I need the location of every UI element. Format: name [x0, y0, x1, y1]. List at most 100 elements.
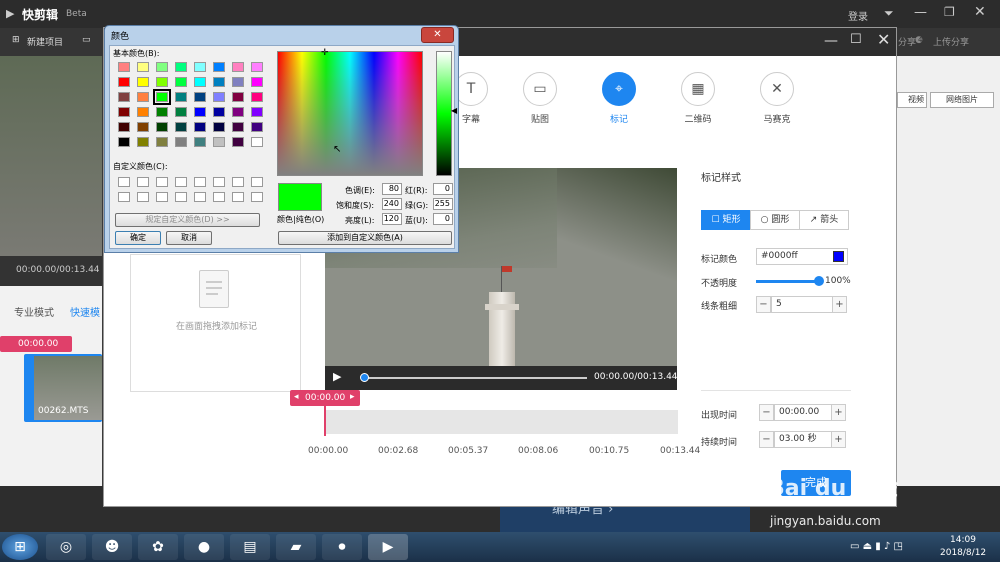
basic-color-swatch[interactable]: [232, 77, 244, 87]
sat-input[interactable]: 240: [382, 198, 402, 210]
custom-color-swatch[interactable]: [194, 177, 206, 187]
custom-color-swatch[interactable]: [175, 177, 187, 187]
duration-increase-button[interactable]: +: [831, 431, 846, 448]
tray-icons[interactable]: ▭ ⏏ ▮ ♪ ◳: [850, 541, 903, 552]
kuaijianji-icon[interactable]: ▶: [368, 534, 408, 560]
basic-color-swatch[interactable]: [137, 137, 149, 147]
basic-color-swatch[interactable]: [213, 137, 225, 147]
basic-color-swatch[interactable]: [175, 92, 187, 102]
basic-color-swatch[interactable]: [175, 107, 187, 117]
restore-icon[interactable]: ❐: [944, 5, 955, 19]
tool-marker[interactable]: ⌖ 标记: [594, 72, 644, 125]
start-button-icon[interactable]: ⊞: [2, 534, 38, 560]
editor-minimize-icon[interactable]: —: [824, 33, 838, 49]
basic-color-swatch[interactable]: [118, 62, 130, 72]
upload-share-button[interactable]: 上传分享: [933, 35, 969, 48]
custom-color-swatch[interactable]: [118, 177, 130, 187]
basic-color-swatch[interactable]: [137, 77, 149, 87]
clip-track[interactable]: 00262.MTS: [24, 354, 102, 422]
custom-color-swatch[interactable]: [156, 192, 168, 202]
opacity-slider-track[interactable]: [756, 280, 820, 283]
minimize-icon[interactable]: —: [914, 5, 927, 20]
basic-color-swatch[interactable]: [194, 92, 206, 102]
color-swatch[interactable]: [833, 251, 844, 262]
custom-color-swatch[interactable]: [194, 192, 206, 202]
appear-input[interactable]: 00:00.00: [774, 404, 832, 421]
thickness-input[interactable]: 5: [771, 296, 833, 313]
tool-qrcode[interactable]: ▦ 二维码: [673, 72, 723, 125]
basic-color-swatch[interactable]: [194, 122, 206, 132]
green-input[interactable]: 255: [433, 198, 453, 210]
basic-color-swatch[interactable]: [156, 137, 168, 147]
color-dialog-close-button[interactable]: ✕: [421, 27, 454, 43]
custom-color-swatch[interactable]: [251, 192, 263, 202]
login-button[interactable]: 登录: [848, 8, 868, 23]
custom-color-swatch[interactable]: [213, 177, 225, 187]
basic-color-swatch[interactable]: [137, 62, 149, 72]
basic-color-swatch[interactable]: [156, 107, 168, 117]
basic-color-swatch[interactable]: [137, 92, 149, 102]
shape-circle-button[interactable]: ○ 圆形: [750, 210, 800, 230]
basic-color-swatch[interactable]: [118, 122, 130, 132]
basic-color-swatch[interactable]: [118, 137, 130, 147]
appear-decrease-button[interactable]: −: [759, 404, 774, 421]
basic-color-swatch[interactable]: [213, 92, 225, 102]
editor-close-icon[interactable]: ✕: [877, 30, 890, 49]
app-window-icon[interactable]: ▰: [276, 534, 316, 560]
record-icon[interactable]: ⏺: [322, 534, 362, 560]
mode-pro-tab[interactable]: 专业模式: [14, 304, 54, 319]
open-folder-icon[interactable]: ▭: [82, 35, 91, 45]
new-project-button[interactable]: 新建项目: [27, 35, 63, 48]
basic-color-swatch[interactable]: [194, 107, 206, 117]
basic-color-swatch[interactable]: [213, 122, 225, 132]
play-icon[interactable]: ▶: [333, 370, 341, 383]
basic-color-swatch[interactable]: [156, 122, 168, 132]
close-icon[interactable]: ✕: [974, 4, 986, 20]
progress-track[interactable]: [363, 377, 587, 379]
add-custom-color-button[interactable]: 添加到自定义颜色(A): [278, 231, 452, 245]
tool-mosaic[interactable]: ✕ 马赛克: [752, 72, 802, 125]
basic-color-swatch[interactable]: [118, 92, 130, 102]
define-custom-colors-button[interactable]: 规定自定义颜色(D) >>: [115, 213, 260, 227]
basic-color-swatch[interactable]: [137, 107, 149, 117]
basic-color-swatch[interactable]: [251, 62, 263, 72]
ok-button[interactable]: 确定: [115, 231, 161, 245]
video-button[interactable]: 视频: [897, 92, 927, 108]
basic-color-swatch[interactable]: [175, 122, 187, 132]
basic-color-swatch[interactable]: [194, 77, 206, 87]
new-project-icon[interactable]: ⊞: [12, 35, 20, 45]
basic-color-swatch[interactable]: [156, 77, 168, 87]
firefox-icon[interactable]: ●: [184, 534, 224, 560]
mode-fast-tab[interactable]: 快速模: [70, 304, 100, 319]
basic-color-swatch[interactable]: [251, 122, 263, 132]
basic-color-swatch[interactable]: [232, 107, 244, 117]
luminance-arrow-icon[interactable]: ◀: [451, 106, 457, 115]
thickness-decrease-button[interactable]: −: [756, 296, 771, 313]
basic-color-swatch[interactable]: [232, 137, 244, 147]
custom-color-swatch[interactable]: [118, 192, 130, 202]
basic-color-swatch[interactable]: [251, 77, 263, 87]
thickness-increase-button[interactable]: +: [832, 296, 847, 313]
media-player-icon[interactable]: ✿: [138, 534, 178, 560]
tool-sticker[interactable]: ▭ 贴图: [515, 72, 565, 125]
basic-color-swatch[interactable]: [232, 92, 244, 102]
appear-increase-button[interactable]: +: [831, 404, 846, 421]
color-spectrum[interactable]: ✛ ↖: [277, 48, 423, 176]
blue-input[interactable]: 0: [433, 213, 453, 225]
basic-color-swatch[interactable]: [232, 122, 244, 132]
web-image-button[interactable]: 网络图片: [930, 92, 994, 108]
basic-color-swatch[interactable]: [251, 107, 263, 117]
app360-icon[interactable]: ◎: [46, 534, 86, 560]
menu-dropdown-icon[interactable]: ⏷: [884, 6, 894, 21]
progress-handle[interactable]: [360, 373, 369, 382]
shape-rect-button[interactable]: ☐ 矩形: [701, 210, 751, 230]
custom-color-swatch[interactable]: [213, 192, 225, 202]
qq-icon[interactable]: ☻: [92, 534, 132, 560]
explorer-folder-icon[interactable]: ▤: [230, 534, 270, 560]
playhead-badge[interactable]: ◂ 00:00.00 ▸: [290, 390, 360, 406]
custom-color-swatch[interactable]: [137, 177, 149, 187]
custom-color-swatch[interactable]: [156, 177, 168, 187]
opacity-slider-handle[interactable]: [814, 276, 824, 286]
custom-color-swatch[interactable]: [137, 192, 149, 202]
basic-color-swatch[interactable]: [232, 62, 244, 72]
